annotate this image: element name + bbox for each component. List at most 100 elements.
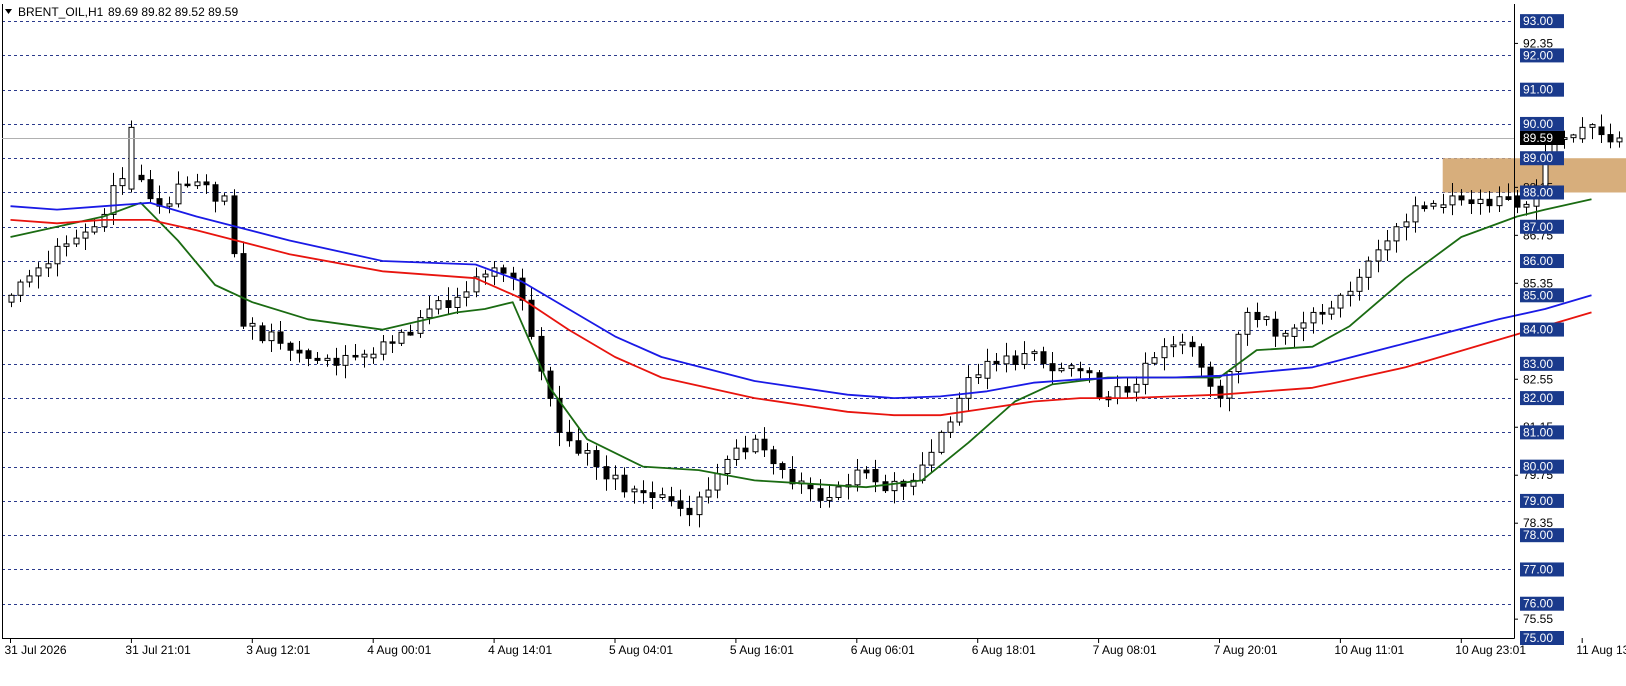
candle[interactable] [407,331,414,336]
candle[interactable] [175,183,182,205]
candle[interactable] [1486,198,1493,207]
candle[interactable] [854,469,861,486]
candle[interactable] [705,489,712,498]
candle[interactable] [435,300,442,310]
candle[interactable] [882,481,889,492]
candle[interactable] [575,440,582,454]
candle[interactable] [752,438,759,453]
candle[interactable] [1449,195,1456,206]
candle[interactable] [1244,311,1251,335]
candle[interactable] [724,458,731,475]
candle[interactable] [1170,344,1177,348]
candle[interactable] [742,447,749,453]
candle[interactable] [463,291,470,298]
candle[interactable] [640,490,647,494]
candle[interactable] [835,486,842,498]
candle[interactable] [91,226,98,233]
candle[interactable] [305,350,312,359]
candle[interactable] [1198,346,1205,368]
candle[interactable] [8,294,15,303]
candle[interactable] [1058,367,1065,372]
candle[interactable] [240,253,247,327]
candle[interactable] [975,374,982,379]
candle[interactable] [1505,196,1512,200]
candle[interactable] [1012,355,1019,365]
candle[interactable] [184,183,191,187]
candle[interactable] [1189,341,1196,348]
candle[interactable] [1049,363,1056,372]
candle[interactable] [1570,134,1577,139]
candle[interactable] [1607,134,1614,143]
candle[interactable] [380,341,387,355]
candle[interactable] [938,431,945,453]
candle[interactable] [631,488,638,493]
candle[interactable] [1179,341,1186,346]
candle[interactable] [1282,332,1289,337]
candle[interactable] [1523,203,1530,208]
candle[interactable] [1319,311,1326,315]
candle[interactable] [817,488,824,501]
candle[interactable] [593,450,600,468]
candle[interactable] [1328,307,1335,315]
candle[interactable] [398,331,405,344]
candle[interactable] [119,178,126,187]
candle[interactable] [500,267,507,274]
candle[interactable] [1133,383,1140,393]
candle[interactable] [965,377,972,399]
candle[interactable] [1096,372,1103,398]
candle[interactable] [1291,327,1298,337]
candle[interactable] [194,181,201,187]
candle[interactable] [779,463,786,471]
candle[interactable] [1021,353,1028,365]
candle[interactable] [128,126,135,190]
candle[interactable] [166,203,173,207]
candle[interactable] [63,243,70,247]
candle[interactable] [389,341,396,344]
candle[interactable] [686,507,693,516]
candle[interactable] [1003,355,1010,365]
candle[interactable] [603,466,610,480]
candle[interactable] [1217,385,1224,399]
candle[interactable] [1124,386,1131,393]
candle[interactable] [714,473,721,491]
candle[interactable] [1458,195,1465,201]
candle[interactable] [259,325,266,342]
candle[interactable] [956,397,963,423]
candle[interactable] [221,195,228,202]
candle[interactable] [1068,365,1075,369]
candle[interactable] [1235,333,1242,373]
candle[interactable] [1086,370,1093,374]
candle[interactable] [566,431,573,442]
candle[interactable] [1589,124,1596,128]
candle[interactable] [1365,260,1372,278]
candle[interactable] [770,449,777,465]
candle[interactable] [872,468,879,483]
candle[interactable] [1337,294,1344,309]
candle[interactable] [314,357,321,361]
candle[interactable] [928,451,935,466]
candle[interactable] [26,275,33,283]
candle[interactable] [147,179,154,200]
candle[interactable] [1347,290,1354,296]
candle[interactable] [1430,202,1437,207]
candle[interactable] [203,181,210,186]
candle[interactable] [268,331,275,342]
candle[interactable] [1142,362,1149,385]
price-chart[interactable]: 92.3588.1586.7585.3582.5581.1579.7578.35… [0,0,1626,686]
candle[interactable] [324,357,331,361]
candle[interactable] [1114,386,1121,399]
candle[interactable] [445,300,452,308]
candle[interactable] [231,195,238,255]
candle[interactable] [82,231,89,239]
candle[interactable] [352,354,359,358]
candle[interactable] [1300,322,1307,329]
candle[interactable] [110,185,117,215]
candle[interactable] [35,267,42,277]
candle[interactable] [1272,318,1279,337]
candle[interactable] [73,237,80,245]
candle[interactable] [1496,196,1503,207]
candle[interactable] [826,496,833,501]
candle[interactable] [1384,240,1391,251]
candle[interactable] [612,474,619,480]
candle[interactable] [1514,195,1521,208]
